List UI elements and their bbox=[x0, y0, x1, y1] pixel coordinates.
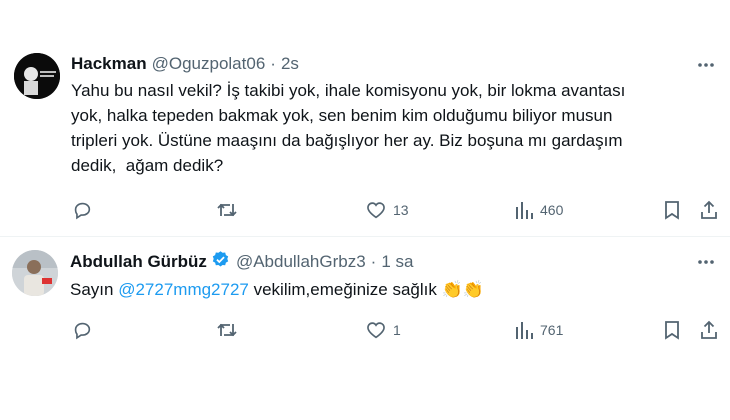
tweet-header: Abdullah Gürbüz @AbdullahGrbz3 · 1 sa bbox=[70, 251, 413, 273]
more-icon[interactable] bbox=[696, 57, 716, 78]
view-count: 460 bbox=[540, 202, 564, 218]
view-count: 761 bbox=[540, 322, 564, 338]
like-button[interactable]: 1 bbox=[365, 319, 401, 341]
reply-button[interactable] bbox=[71, 199, 99, 221]
tweet-text-line: tripleri yok. Üstüne maaşını da bağışlıy… bbox=[71, 131, 623, 150]
like-button[interactable]: 13 bbox=[365, 199, 409, 221]
separator-dot: · bbox=[370, 252, 377, 271]
author-name[interactable]: Abdullah Gürbüz bbox=[70, 252, 207, 272]
timestamp[interactable]: 1 sa bbox=[381, 252, 413, 272]
like-icon bbox=[367, 202, 385, 219]
views-icon bbox=[516, 322, 533, 339]
views-icon bbox=[516, 202, 533, 219]
avatar-image bbox=[12, 250, 58, 296]
author-name[interactable]: Hackman bbox=[71, 54, 147, 74]
author-handle[interactable]: @Oguzpolat06 bbox=[152, 54, 266, 74]
bookmark-button[interactable] bbox=[662, 199, 682, 221]
reply-button[interactable] bbox=[71, 319, 99, 341]
like-count: 13 bbox=[393, 202, 409, 218]
like-count: 1 bbox=[393, 322, 401, 338]
retweet-icon bbox=[217, 203, 237, 217]
avatar[interactable] bbox=[12, 250, 58, 296]
action-bar: 1 761 bbox=[0, 319, 730, 343]
tweet-text-line: Yahu bu nasıl vekil? İş takibi yok, ihal… bbox=[71, 81, 626, 100]
bookmark-button[interactable] bbox=[662, 319, 682, 341]
avatar[interactable] bbox=[14, 53, 60, 99]
tweet-text: Sayın @2727mmg2727 vekilim,emeğinize sağ… bbox=[70, 277, 720, 302]
bookmark-icon bbox=[665, 321, 679, 340]
tweet-text: Yahu bu nasıl vekil? İş takibi yok, ihal… bbox=[71, 78, 721, 178]
retweet-button[interactable] bbox=[215, 199, 245, 221]
share-button[interactable] bbox=[699, 199, 719, 221]
bookmark-icon bbox=[665, 201, 679, 220]
tweet-2[interactable]: Abdullah Gürbüz @AbdullahGrbz3 · 1 sa Sa… bbox=[0, 237, 730, 420]
views-button[interactable]: 460 bbox=[514, 199, 563, 221]
share-icon bbox=[701, 200, 717, 219]
tweet-text-line: yok, halka tepeden bakmak yok, sen benim… bbox=[71, 106, 613, 125]
author-handle[interactable]: @AbdullahGrbz3 bbox=[236, 252, 366, 272]
reply-icon bbox=[74, 202, 91, 220]
retweet-button[interactable] bbox=[215, 319, 245, 341]
share-icon bbox=[701, 320, 717, 339]
action-bar: 13 460 bbox=[0, 199, 730, 223]
avatar-image bbox=[14, 53, 60, 99]
retweet-icon bbox=[217, 323, 237, 337]
mention-link[interactable]: @2727mmg2727 bbox=[118, 280, 249, 299]
timestamp[interactable]: 2s bbox=[281, 54, 299, 74]
tweet-text-line: dedik, ağam dedik? bbox=[71, 156, 224, 175]
separator-dot: · bbox=[270, 54, 276, 73]
tweet-header: Hackman @Oguzpolat06 · 2s bbox=[71, 53, 299, 75]
more-icon[interactable] bbox=[696, 254, 716, 275]
reply-icon bbox=[74, 322, 91, 340]
views-button[interactable]: 761 bbox=[514, 319, 563, 341]
clapping-emoji: 👏👏 bbox=[441, 280, 484, 299]
verified-badge-icon bbox=[211, 250, 230, 274]
tweet-1[interactable]: Hackman @Oguzpolat06 · 2s Yahu bu nasıl … bbox=[0, 0, 730, 235]
tweet-text-prefix: Sayın bbox=[70, 280, 119, 299]
tweet-text-suffix: vekilim,emeğinize sağlık bbox=[248, 280, 442, 299]
like-icon bbox=[367, 322, 385, 339]
share-button[interactable] bbox=[699, 319, 719, 341]
